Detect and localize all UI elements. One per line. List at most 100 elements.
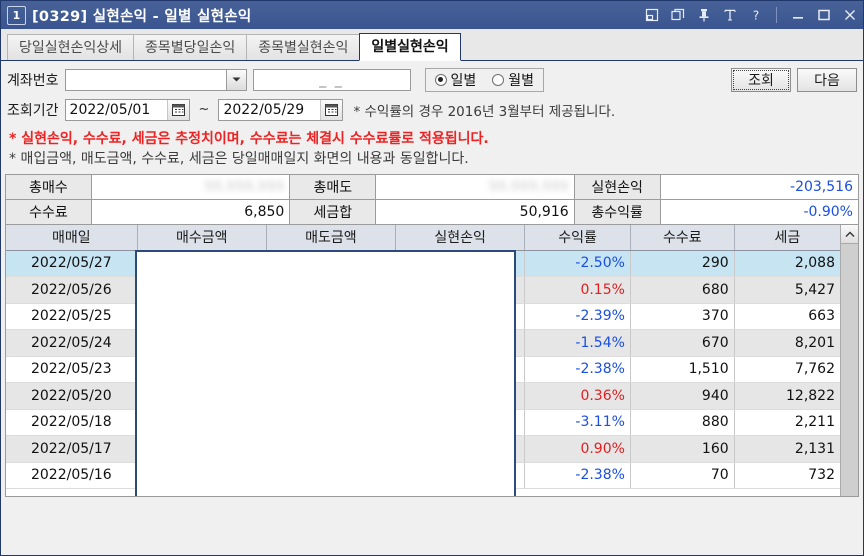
query-panel: 계좌번호 _ _ 일별 월별 조회 다음 조회기간 2022/05/01 ~ 2… [1, 61, 863, 128]
pin-icon[interactable] [696, 8, 711, 23]
restore-down-icon[interactable] [644, 8, 659, 23]
cell-tax: 7,762 [734, 356, 840, 383]
calendar-icon[interactable] [320, 99, 343, 120]
cell-fee: 680 [630, 276, 735, 304]
date-from-value: 2022/05/01 [69, 101, 151, 118]
cell-date: 2022/05/16 [6, 462, 138, 489]
account-select[interactable] [64, 68, 247, 91]
table-header-row: 매매일 매수금액 매도금액 실현손익 수익률 수수료 세금 [6, 225, 840, 251]
radio-monthly[interactable]: 월별 [492, 70, 534, 90]
cell-tax: 8,201 [734, 329, 840, 357]
scrollbar-track[interactable] [841, 244, 858, 496]
cell-tax: 663 [734, 303, 840, 330]
summary-label-total-sell: 총매도 [290, 175, 377, 199]
title-bar-buttons: ? [644, 1, 857, 29]
summary-value-total-buy: 99,999,999 [92, 175, 291, 199]
account-password-field[interactable]: _ _ [252, 68, 411, 91]
chevron-down-icon[interactable] [225, 69, 246, 90]
summary-label-total-return: 총수익률 [574, 200, 661, 224]
col-header-fee[interactable]: 수수료 [630, 225, 735, 251]
window-number-badge: 1 [7, 5, 26, 25]
col-header-tax[interactable]: 세금 [734, 225, 840, 251]
summary-label-realized-pnl: 실현손익 [574, 175, 661, 199]
cascade-window-icon[interactable] [670, 8, 685, 23]
date-to-input[interactable]: 2022/05/29 [218, 98, 344, 121]
cell-tax: 732 [734, 462, 840, 489]
cell-rate: -2.39% [524, 303, 631, 330]
next-button[interactable]: 다음 [797, 67, 857, 92]
col-header-buy-amount[interactable]: 매수금액 [137, 225, 267, 251]
period-label: 조회기간 [7, 102, 59, 119]
summary-grid: 총매수 99,999,999 총매도 99,999,999 실현손익 -203,… [5, 174, 859, 225]
close-icon[interactable] [842, 8, 857, 23]
cell-fee: 940 [630, 382, 735, 410]
summary-row: 총매수 99,999,999 총매도 99,999,999 실현손익 -203,… [6, 175, 858, 200]
cell-fee: 70 [630, 462, 735, 489]
cell-rate: -1.54% [524, 329, 631, 357]
summary-label-total-buy: 총매수 [6, 175, 92, 199]
summary-value-tax-total: 50,916 [376, 200, 575, 224]
redacted-value: 99,999,999 [204, 179, 285, 195]
tab-daily-realized-pnl[interactable]: 일별실현손익 [359, 33, 461, 61]
summary-value-total-sell: 99,999,999 [376, 175, 575, 199]
account-label: 계좌번호 [7, 72, 59, 89]
cell-tax: 5,427 [734, 276, 840, 304]
redaction-overlay [135, 250, 516, 496]
cell-fee: 880 [630, 409, 735, 436]
col-header-sell-amount[interactable]: 매도금액 [266, 225, 397, 251]
tab-stock-daily-pnl[interactable]: 종목별당일손익 [133, 34, 248, 60]
date-to-value: 2022/05/29 [223, 101, 305, 118]
redacted-value: 99,999,999 [488, 179, 569, 195]
pnl-table-container: 매매일 매수금액 매도금액 실현손익 수익률 수수료 세금 2022/05/27 [5, 225, 859, 497]
col-header-realized-pnl[interactable]: 실현손익 [395, 225, 526, 251]
cell-rate: -2.38% [524, 356, 631, 383]
title-bar: 1 [0329] 실현손익 - 일별 실현손익 ? [1, 1, 863, 29]
cell-rate: -2.50% [524, 250, 631, 277]
text-size-icon[interactable] [722, 8, 737, 23]
cell-fee: 290 [630, 250, 735, 277]
account-row: 계좌번호 _ _ 일별 월별 조회 다음 [7, 66, 857, 93]
cell-rate: 0.90% [524, 435, 631, 463]
summary-row: 수수료 6,850 세금합 50,916 총수익률 -0.90% [6, 200, 858, 225]
cell-fee: 1,510 [630, 356, 735, 383]
cell-tax: 2,211 [734, 409, 840, 436]
trading-window: 1 [0329] 실현손익 - 일별 실현손익 ? 당일실현손익상세 종목별당일… [0, 0, 864, 556]
cell-rate: -3.11% [524, 409, 631, 436]
note-warning: * 실현손익, 수수료, 세금은 추정치이며, 수수료는 체결시 수수료률로 적… [9, 131, 489, 147]
radio-monthly-dot [492, 73, 505, 86]
help-icon[interactable]: ? [748, 8, 763, 23]
cell-date: 2022/05/20 [6, 382, 138, 410]
period-type-radio-group: 일별 월별 [424, 67, 545, 92]
cell-date: 2022/05/25 [6, 303, 138, 330]
cell-rate: -2.38% [524, 462, 631, 489]
maximize-icon[interactable] [816, 8, 831, 23]
calendar-icon[interactable] [166, 99, 189, 120]
cell-rate: 0.15% [524, 276, 631, 304]
summary-value-realized-pnl: -203,516 [660, 175, 858, 199]
notes-block: * 실현손익, 수수료, 세금은 추정치이며, 수수료는 체결시 수수료률로 적… [1, 128, 863, 172]
tab-stock-realized-pnl[interactable]: 종목별실현손익 [246, 34, 361, 60]
col-header-return-rate[interactable]: 수익률 [524, 225, 631, 251]
radio-monthly-label: 월별 [508, 72, 535, 89]
tab-daily-realized-detail[interactable]: 당일실현손익상세 [7, 34, 135, 60]
cell-tax: 12,822 [734, 382, 840, 410]
cell-rate: 0.36% [524, 382, 631, 410]
svg-text:?: ? [752, 9, 758, 23]
cell-date: 2022/05/18 [6, 409, 138, 436]
chevron-up-icon[interactable] [841, 225, 858, 244]
col-header-date[interactable]: 매매일 [6, 225, 138, 251]
radio-daily[interactable]: 일별 [434, 70, 476, 90]
note-info: * 매입금액, 매도금액, 수수료, 세금은 당일매매일지 화면의 내용과 동일… [9, 151, 469, 167]
search-button[interactable]: 조회 [731, 67, 791, 92]
title-bar-separator [776, 7, 777, 23]
cell-date: 2022/05/24 [6, 329, 138, 357]
date-from-input[interactable]: 2022/05/01 [64, 98, 190, 121]
summary-value-total-return: -0.90% [660, 200, 858, 224]
minimize-icon[interactable] [790, 8, 805, 23]
cell-date: 2022/05/17 [6, 435, 138, 463]
vertical-scrollbar[interactable] [840, 225, 858, 496]
window-title: [0329] 실현손익 - 일별 실현손익 [32, 8, 252, 25]
radio-daily-dot [434, 73, 447, 86]
cell-tax: 2,088 [734, 250, 840, 277]
cell-fee: 670 [630, 329, 735, 357]
